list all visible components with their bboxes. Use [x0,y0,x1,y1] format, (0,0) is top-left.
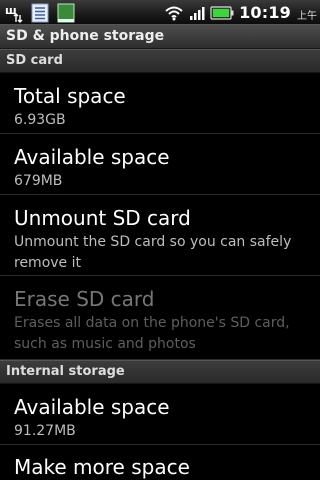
page-title: SD & phone storage [6,28,165,44]
section-header-sd-card: SD card [0,49,320,73]
signal-icon [190,6,205,20]
section-label: Internal storage [6,364,125,379]
item-title: Unmount SD card [14,206,191,230]
item-value: 91.27MB [14,423,76,439]
list-item-sd-total-space: Total space 6.93GB [0,73,320,134]
item-title: Available space [14,145,170,169]
list-item-sd-available-space: Available space 679MB [0,134,320,195]
list-item-erase-sd-card[interactable]: Erase SD card Erases all data on the pho… [0,276,320,360]
list-item-make-more-space[interactable]: Make more space [0,445,320,480]
usb-debug-icon: ш [5,4,23,23]
title-bar: SD & phone storage [0,25,320,49]
status-ampm: 上午 [297,11,317,22]
sd-card-icon [57,3,75,23]
item-summary: Unmount the SD card so you can safely re… [14,234,292,271]
item-title: Erase SD card [14,287,155,311]
item-value: 679MB [14,173,63,189]
item-title: Total space [14,84,126,108]
notification-icons: ш [4,2,76,24]
status-clock: 10:19 [239,3,291,22]
notes-icon [31,3,49,23]
item-value: 6.93GB [14,112,66,128]
list-item-unmount-sd-card[interactable]: Unmount SD card Unmount the SD card so y… [0,195,320,276]
list-item-internal-available-space: Available space 91.27MB [0,384,320,445]
section-header-internal-storage: Internal storage [0,360,320,384]
battery-icon [210,5,234,20]
section-label: SD card [6,53,63,68]
status-bar: ш 10:19 上午 [0,0,320,25]
item-title: Available space [14,395,170,419]
wifi-icon [165,6,183,20]
system-indicators: 10:19 上午 [164,0,317,25]
item-title: Make more space [14,455,190,479]
item-summary: Erases all data on the phone's SD card, … [14,315,290,352]
